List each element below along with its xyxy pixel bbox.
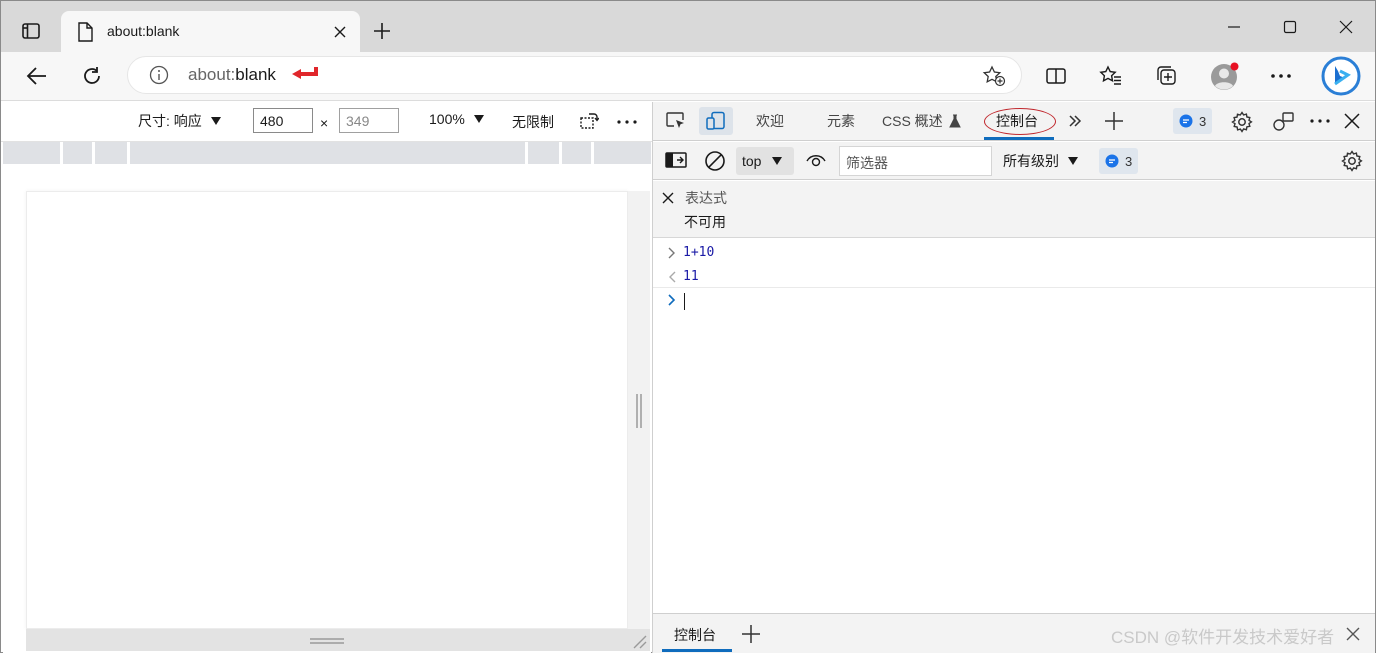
close-devtools-icon[interactable] [1344,113,1360,129]
maximize-button[interactable] [1261,1,1319,52]
horizontal-grip-icon[interactable] [310,637,344,645]
console-divider [653,287,1375,288]
log-levels-label: 所有级别 [1003,153,1059,169]
device-emulation-toggle[interactable] [699,107,733,135]
caret-down-icon [473,115,484,123]
more-tabs-icon[interactable] [1067,113,1083,129]
profile-avatar[interactable] [1210,62,1240,92]
context-selector[interactable]: top [736,147,794,175]
tab-welcome[interactable]: 欢迎 [756,111,784,131]
new-tab-icon[interactable] [372,21,392,41]
page-icon [77,22,93,42]
message-icon [1105,154,1119,168]
close-drawer-icon[interactable] [1346,627,1360,641]
minimize-button[interactable] [1205,1,1263,52]
media-query-segment[interactable] [130,142,525,164]
collections-icon[interactable] [1149,58,1185,94]
drawer-tab-console[interactable]: 控制台 [674,625,716,645]
rotate-icon[interactable] [579,111,599,131]
tab-title: about:blank [107,23,180,39]
refresh-button[interactable] [74,58,110,94]
console-settings-icon[interactable] [1341,150,1363,172]
add-favorite-icon[interactable] [982,65,1006,87]
throttle-dropdown[interactable]: 无限制 [512,112,554,132]
watermark: CSDN @软件开发技术爱好者 [1111,628,1335,647]
filter-placeholder: 筛选器 [846,155,888,171]
back-button[interactable] [19,58,55,94]
live-expression-eye-icon[interactable] [805,152,827,170]
times-sign: × [320,115,329,131]
expression-value: 不可用 [684,214,726,230]
zoom-dropdown[interactable]: 100% [429,111,485,127]
dimensions-label: 尺寸: 响应 [138,113,202,129]
console-input-line[interactable]: 1+10 [683,245,714,260]
url-scheme: about: [188,65,236,84]
inspect-element-icon[interactable] [665,111,687,131]
corner-resize-icon[interactable] [631,633,647,649]
tab-css-overview[interactable]: CSS 概述 [882,111,961,131]
vertical-grip-icon[interactable] [635,394,643,428]
site-info-icon[interactable] [149,65,169,85]
favorites-icon[interactable] [1093,58,1129,94]
experiment-flask-icon [948,114,961,128]
width-input[interactable] [253,108,313,133]
browser-tab[interactable]: about:blank [61,11,360,52]
log-levels-dropdown[interactable]: 所有级别 [1003,151,1079,171]
devtools-more-icon[interactable] [1309,118,1331,124]
clear-console-icon[interactable] [704,150,726,172]
issues-count: 3 [1199,113,1207,129]
tab-actions-icon[interactable] [21,21,41,41]
messages-badge[interactable]: 3 [1099,148,1139,174]
media-query-segment[interactable] [3,142,60,164]
devtools-settings-icon[interactable] [1231,111,1253,133]
customize-devtools-icon[interactable] [1271,111,1295,133]
context-label: top [742,153,762,169]
active-tab-indicator [984,137,1054,140]
settings-more-icon[interactable] [1263,58,1299,94]
add-tab-icon[interactable] [1104,111,1124,131]
messages-count: 3 [1125,153,1133,169]
device-mode-icon [706,111,725,130]
emulated-page-viewport[interactable] [26,191,628,629]
issues-badge[interactable]: 3 [1173,108,1213,134]
output-chevron-icon [668,271,676,283]
expression-label[interactable]: 表达式 [685,188,727,208]
input-chevron-icon [668,247,676,259]
console-output-line: 11 [683,269,699,284]
console-prompt-input[interactable] [684,293,685,310]
message-icon [1179,114,1193,128]
media-query-segment[interactable] [594,142,651,164]
media-query-segment[interactable] [528,142,559,164]
media-query-segment[interactable] [95,142,127,164]
drawer-active-indicator [662,649,732,652]
dimensions-dropdown[interactable]: 尺寸: 响应 [138,111,222,131]
device-more-icon[interactable] [616,119,638,125]
tab-console[interactable]: 控制台 [996,111,1038,131]
url-host: blank [235,65,276,84]
caret-down-icon [1068,157,1078,165]
url-text[interactable]: about:blank [188,65,276,85]
prompt-chevron-icon [668,294,676,306]
caret-down-icon [210,117,221,125]
remove-expression-icon[interactable] [662,192,674,204]
drawer-add-tab-icon[interactable] [741,624,761,644]
split-screen-icon[interactable] [1038,58,1074,94]
zoom-label: 100% [429,111,465,127]
tab-elements[interactable]: 元素 [827,111,855,131]
red-arrow-annotation-icon [290,65,320,83]
caret-down-icon [772,157,783,165]
media-query-segment[interactable] [63,142,92,164]
filter-input[interactable]: 筛选器 [839,146,992,176]
tab-css-overview-label: CSS 概述 [882,113,943,129]
height-input[interactable] [339,108,399,133]
live-expression-pane [653,181,1375,238]
show-sidebar-icon[interactable] [665,151,687,169]
close-window-button[interactable] [1317,1,1375,52]
close-tab-icon[interactable] [333,25,347,39]
media-query-bar[interactable] [3,142,651,164]
bing-copilot-icon[interactable] [1321,56,1361,96]
media-query-segment[interactable] [562,142,591,164]
